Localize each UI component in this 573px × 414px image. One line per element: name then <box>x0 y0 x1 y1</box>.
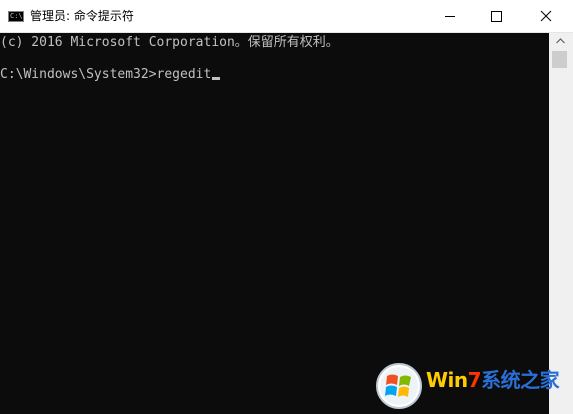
maximize-button[interactable] <box>473 0 519 33</box>
close-button[interactable] <box>519 0 573 33</box>
title-bar[interactable]: C:\ 管理员: 命令提示符 <box>0 0 573 33</box>
watermark-text: Win7系统之家 <box>426 368 560 392</box>
windows-flag-logo <box>376 363 422 409</box>
window-title: 管理员: 命令提示符 <box>30 9 134 23</box>
copyright-line: (c) 2016 Microsoft Corporation。保留所有权利。 <box>0 35 339 50</box>
console-icon[interactable]: C:\ <box>8 11 24 22</box>
maximize-icon <box>491 11 502 22</box>
scroll-thumb[interactable] <box>552 51 567 68</box>
console-output[interactable]: (c) 2016 Microsoft Corporation。保留所有权利。 C… <box>0 33 549 414</box>
cmd-window: C:\ 管理员: 命令提示符 (c) 2016 Microsoft Corpor… <box>0 0 573 414</box>
minimize-icon <box>445 16 455 17</box>
command-line: C:\Windows\System32>regedit <box>0 67 221 83</box>
vertical-scrollbar[interactable] <box>549 33 573 414</box>
scroll-up-button[interactable] <box>549 33 573 50</box>
close-icon <box>540 10 552 22</box>
command-text: C:\Windows\System32>regedit <box>0 67 212 82</box>
text-cursor <box>212 77 221 80</box>
minimize-button[interactable] <box>427 0 473 33</box>
watermark: Win7系统之家 <box>374 360 573 414</box>
chevron-up-icon <box>556 38 565 44</box>
